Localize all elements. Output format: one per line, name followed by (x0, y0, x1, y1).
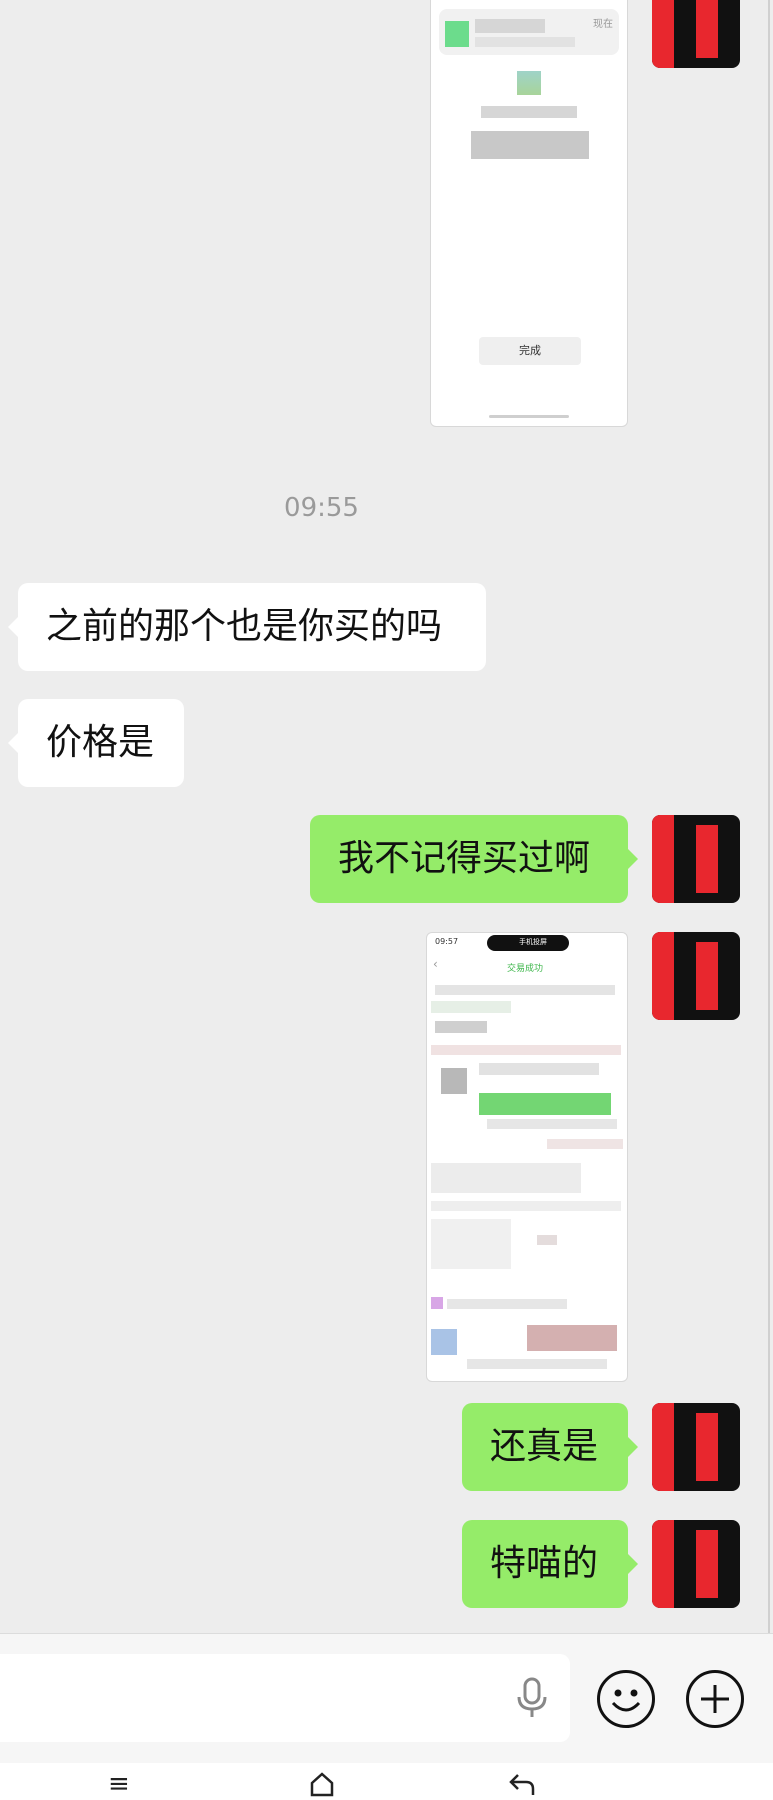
sent-message-3[interactable]: 特喵的 (462, 1520, 638, 1608)
message-input[interactable] (0, 1654, 570, 1742)
received-message-1[interactable]: 之前的那个也是你买的吗 (8, 583, 486, 671)
screenshot2-status-time: 09:57 (435, 937, 459, 946)
blurred-text (481, 106, 577, 118)
image-message-screenshot-1[interactable]: 现在 完成 (430, 0, 628, 427)
screenshot1-green-block (445, 21, 469, 47)
blurred-text (431, 1297, 443, 1309)
screenshot1-done-button: 完成 (479, 337, 581, 365)
blurred-text (547, 1139, 623, 1149)
blurred-text (467, 1359, 607, 1369)
time-separator: 09:55 (284, 493, 359, 523)
blurred-text (527, 1325, 617, 1351)
plus-icon (701, 1685, 729, 1713)
my-avatar[interactable] (652, 0, 740, 68)
blurred-text (475, 37, 575, 47)
blurred-text (471, 131, 589, 159)
smiley-icon (611, 1689, 641, 1712)
blurred-text (431, 1219, 511, 1269)
blurred-text (431, 1329, 457, 1355)
blurred-text (431, 1045, 621, 1055)
blurred-text (487, 1119, 617, 1129)
emoji-button[interactable] (597, 1670, 655, 1728)
blurred-text (447, 1299, 567, 1309)
blurred-text (431, 1001, 511, 1013)
input-bar (0, 1633, 773, 1764)
screenshot2-title: 交易成功 (507, 964, 544, 974)
blurred-text (431, 1201, 621, 1211)
screenshot2-island: 手机投屏 (487, 935, 569, 951)
received-message-2[interactable]: 价格是 (8, 699, 184, 787)
home-icon[interactable] (309, 1771, 335, 1797)
image-message-screenshot-2[interactable]: 09:57 手机投屏 ‹ 交易成功 (426, 932, 628, 1382)
back-icon[interactable] (508, 1771, 536, 1797)
sent-message-1[interactable]: 我不记得买过啊 (310, 815, 638, 903)
my-avatar[interactable] (652, 1403, 740, 1491)
chat-area[interactable]: 现在 完成 09:55 之前的那个也是你买的吗 价格是 我不记得买过啊 09:5… (0, 0, 770, 1633)
more-button[interactable] (686, 1670, 744, 1728)
screenshot2-back-icon: ‹ (433, 957, 438, 971)
my-avatar[interactable] (652, 815, 740, 903)
blurred-text (479, 1063, 599, 1075)
my-avatar[interactable] (652, 932, 740, 1020)
blurred-text (431, 1163, 581, 1193)
screenshot1-home-indicator (489, 415, 569, 418)
blurred-green-bar (479, 1093, 611, 1115)
my-avatar[interactable] (652, 1520, 740, 1608)
blurred-text (435, 985, 615, 995)
blurred-text (441, 1068, 467, 1094)
menu-icon[interactable]: ≡ (108, 1769, 130, 1799)
system-nav-bar: ≡ (0, 1763, 773, 1800)
screenshot1-icon (517, 71, 541, 95)
blurred-text (435, 1021, 487, 1033)
blurred-text (475, 19, 545, 33)
microphone-icon[interactable] (515, 1677, 549, 1719)
screenshot2-status-label: 手机投屏 (519, 938, 547, 946)
screenshot1-tag: 现在 (593, 19, 613, 30)
blurred-text (537, 1235, 557, 1245)
sent-message-2[interactable]: 还真是 (462, 1403, 638, 1491)
